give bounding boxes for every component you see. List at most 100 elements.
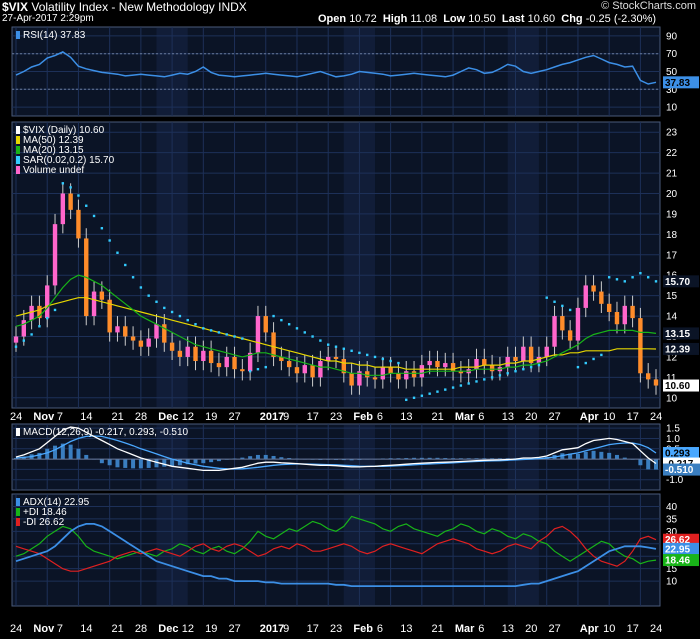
candle-down (435, 361, 440, 368)
sar-dot (14, 345, 18, 348)
candle-up (521, 346, 526, 362)
x-axis-label-bottom: 28 (135, 623, 147, 635)
sar-dot (326, 343, 330, 346)
candle-up (622, 305, 627, 325)
candle-down (653, 379, 659, 386)
x-axis-label: Nov (33, 411, 55, 423)
sar-dot (61, 182, 65, 185)
x-axis-label: 19 (205, 411, 217, 423)
sar-dot (420, 394, 424, 397)
candle-down (489, 365, 495, 372)
x-axis-label: 10 (603, 411, 615, 423)
macd-legend-swatch (16, 428, 20, 436)
rsi-tick-label: 70 (666, 49, 678, 60)
x-axis-label-bottom: 19 (205, 623, 217, 635)
sar-dot (116, 251, 119, 254)
sar-dot (607, 276, 611, 279)
sar-dot (475, 380, 478, 383)
x-axis-label: 6 (377, 411, 383, 423)
candle-down (388, 367, 393, 374)
sar-dot (623, 280, 626, 283)
x-axis-label-bottom: Apr (580, 623, 600, 635)
x-axis-label: 2017 (260, 411, 284, 423)
price-tick-label: 14 (666, 312, 678, 323)
candle-up (201, 350, 206, 362)
candle-down (333, 356, 339, 359)
adx-tick-label: 35 (666, 514, 678, 525)
x-axis-label: 17 (307, 411, 319, 423)
x-axis-label-bottom: 12 (182, 623, 194, 635)
x-axis-label: 14 (80, 411, 92, 423)
candle-up (505, 356, 510, 368)
candle-down (630, 305, 635, 319)
sar-dot (22, 339, 26, 342)
sar-dot (53, 308, 57, 312)
macd-legend-item: MACD(12,26,9) -0.217, 0.293, -0.510 (23, 427, 189, 438)
candle-down (396, 373, 401, 380)
sar-dot (108, 239, 111, 242)
price-tick-label: 23 (666, 128, 678, 139)
sar-dot (209, 329, 213, 332)
sar-dot (139, 286, 143, 289)
macd-histogram-bar (638, 459, 643, 466)
price-value-label: 12.39 (665, 344, 690, 355)
candle-up (115, 326, 120, 333)
price-value-label: 13.15 (665, 329, 690, 340)
x-axis-label: 17 (627, 411, 639, 423)
candle-up (427, 361, 432, 366)
rsi-tick-label: 10 (666, 103, 678, 114)
sar-dot (459, 384, 463, 387)
x-axis-label-bottom: 17 (307, 623, 319, 635)
sar-dot (194, 323, 197, 326)
macd-histogram-bar (575, 453, 580, 460)
adx-tick-label: 10 (666, 577, 678, 588)
x-axis-label: 24 (10, 411, 22, 423)
candle-down (560, 316, 565, 331)
sar-dot (506, 372, 509, 375)
sar-dot (233, 335, 236, 338)
candle-up (45, 285, 50, 319)
x-axis-label: Dec (158, 411, 178, 423)
x-axis-label-bottom: 7 (57, 623, 63, 635)
macd-histogram-bar (170, 459, 175, 467)
sar-dot (397, 361, 400, 365)
sar-dot (490, 376, 494, 379)
macd-histogram-bar (84, 454, 89, 460)
x-axis-label: 7 (57, 411, 63, 423)
sar-dot (170, 310, 174, 314)
macd-tick-label: 1.0 (666, 434, 680, 445)
macd-histogram-bar (201, 459, 206, 464)
sar-dot (639, 271, 642, 275)
x-axis-label-bottom: 13 (400, 623, 412, 635)
candle-down (310, 365, 315, 378)
sar-dot (69, 186, 72, 189)
candle-down (271, 332, 276, 357)
adx-value-label: 18.46 (665, 556, 690, 567)
macd-histogram-bar (99, 459, 104, 464)
x-axis-label-bottom: 24 (10, 623, 22, 635)
candle-down (130, 336, 136, 341)
x-axis-label-bottom: 13 (502, 623, 514, 635)
sar-dot (311, 335, 314, 338)
sar-dot (124, 263, 127, 267)
sar-dot (287, 323, 291, 326)
sar-dot (225, 333, 228, 336)
x-axis-label: Apr (580, 411, 600, 423)
candle-up (255, 316, 261, 353)
sar-dot (381, 357, 385, 361)
macd-histogram-bar (131, 459, 136, 469)
sar-dot (264, 365, 267, 369)
sar-dot (85, 204, 88, 207)
sar-dot (436, 390, 439, 393)
macd-histogram-bar (255, 454, 260, 460)
x-axis-label-bottom: 27 (229, 623, 241, 635)
sar-dot (272, 314, 275, 318)
sar-dot (131, 276, 135, 279)
sar-dot (576, 365, 580, 369)
x-axis-label: 21 (111, 411, 123, 423)
candle-down (240, 369, 245, 372)
sar-dot (498, 374, 502, 377)
sar-dot (92, 214, 96, 218)
candle-up (552, 316, 557, 347)
sar-dot (319, 339, 322, 342)
